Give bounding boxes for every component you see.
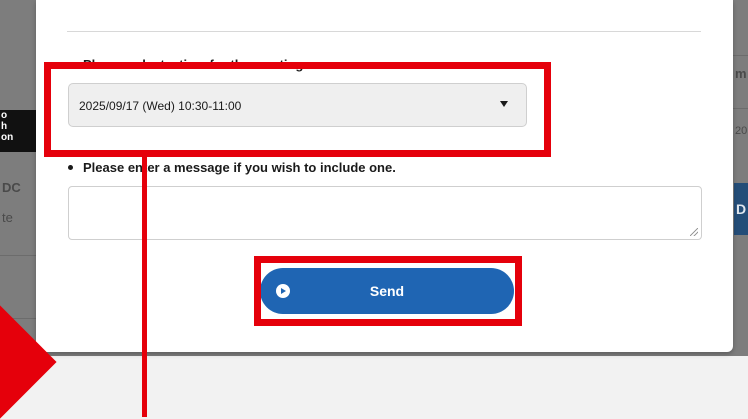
background-blue-tag: D <box>734 183 748 235</box>
modal-divider <box>67 31 701 32</box>
background-text: te <box>2 210 13 225</box>
resize-grip-icon[interactable] <box>690 228 698 236</box>
background-dark-tag: o h on <box>0 110 41 152</box>
message-textarea[interactable] <box>68 186 702 240</box>
background-text: DC <box>2 180 21 195</box>
background-divider <box>0 255 36 256</box>
pointer-line <box>142 157 147 417</box>
send-button-highlight <box>254 256 522 326</box>
background-text: 20 <box>735 125 748 137</box>
message-question-label: Please enter a message if you wish to in… <box>68 160 396 175</box>
bullet-icon <box>68 165 73 171</box>
background-divider <box>733 108 748 109</box>
background-text: m <box>735 66 747 81</box>
background-divider <box>733 55 748 56</box>
time-select-highlight <box>44 62 551 157</box>
